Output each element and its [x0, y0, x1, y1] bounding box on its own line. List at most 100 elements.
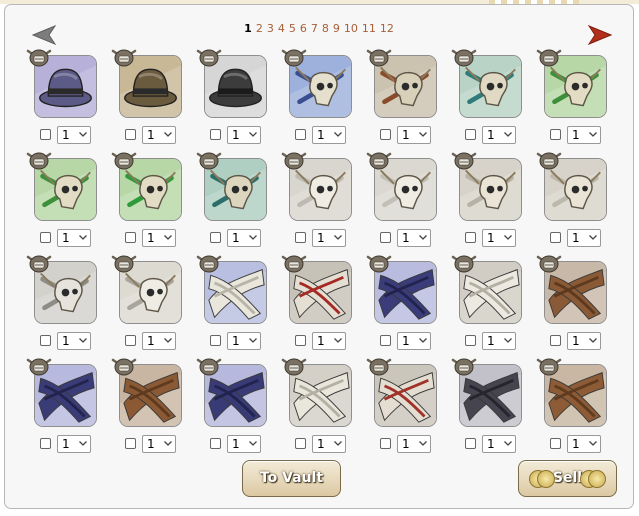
quantity-select[interactable]: 1: [397, 332, 431, 350]
quantity-select[interactable]: 1: [312, 435, 346, 453]
select-checkbox[interactable]: [125, 438, 136, 449]
item-thumbnail[interactable]: [544, 364, 607, 427]
select-checkbox[interactable]: [210, 438, 221, 449]
select-checkbox[interactable]: [380, 335, 391, 346]
select-checkbox[interactable]: [295, 438, 306, 449]
quantity-select[interactable]: 1: [57, 332, 91, 350]
select-checkbox[interactable]: [210, 232, 221, 243]
quantity-select[interactable]: 1: [312, 126, 346, 144]
quantity-select[interactable]: 1: [142, 229, 176, 247]
page-link[interactable]: 5: [289, 22, 296, 35]
quantity-select[interactable]: 1: [227, 332, 261, 350]
quantity-select[interactable]: 1: [312, 332, 346, 350]
quantity-select[interactable]: 1: [227, 126, 261, 144]
select-checkbox[interactable]: [40, 438, 51, 449]
quantity-select[interactable]: 1: [397, 435, 431, 453]
item-thumbnail[interactable]: [204, 364, 267, 427]
item-thumbnail[interactable]: [34, 261, 97, 324]
page-link[interactable]: 4: [278, 22, 285, 35]
item-thumbnail[interactable]: [374, 364, 437, 427]
quantity-select[interactable]: 1: [567, 126, 601, 144]
quantity-select[interactable]: 1: [57, 435, 91, 453]
item-thumbnail[interactable]: [374, 55, 437, 118]
item-thumbnail[interactable]: [119, 158, 182, 221]
item-thumbnail[interactable]: [289, 158, 352, 221]
item-thumbnail[interactable]: [459, 55, 522, 118]
item-thumbnail[interactable]: [459, 158, 522, 221]
item-thumbnail[interactable]: [374, 261, 437, 324]
item-thumbnail[interactable]: [34, 55, 97, 118]
item-thumbnail[interactable]: [204, 158, 267, 221]
sell-button[interactable]: Sell: [518, 460, 617, 497]
select-checkbox[interactable]: [125, 232, 136, 243]
select-checkbox[interactable]: [550, 438, 561, 449]
item-thumbnail[interactable]: [119, 261, 182, 324]
page-link[interactable]: 7: [311, 22, 318, 35]
quantity-select[interactable]: 1: [567, 229, 601, 247]
quantity-select[interactable]: 1: [142, 332, 176, 350]
select-checkbox[interactable]: [550, 232, 561, 243]
quantity-select[interactable]: 1: [567, 332, 601, 350]
quantity-select[interactable]: 1: [227, 229, 261, 247]
select-checkbox[interactable]: [550, 129, 561, 140]
item-thumbnail[interactable]: [459, 261, 522, 324]
select-checkbox[interactable]: [465, 438, 476, 449]
next-page-arrow-icon[interactable]: [587, 24, 613, 46]
page-link[interactable]: 10: [344, 22, 358, 35]
item-thumbnail[interactable]: [34, 158, 97, 221]
quantity-select[interactable]: 1: [57, 126, 91, 144]
select-checkbox[interactable]: [465, 335, 476, 346]
coin-icon: [537, 470, 555, 488]
quantity-select[interactable]: 1: [482, 435, 516, 453]
quantity-select[interactable]: 1: [312, 229, 346, 247]
item-thumbnail[interactable]: [289, 261, 352, 324]
select-checkbox[interactable]: [125, 335, 136, 346]
item-thumbnail[interactable]: [289, 364, 352, 427]
quantity-select[interactable]: 1: [397, 229, 431, 247]
select-checkbox[interactable]: [40, 335, 51, 346]
item-thumbnail[interactable]: [459, 364, 522, 427]
select-checkbox[interactable]: [125, 129, 136, 140]
page-link[interactable]: 11: [362, 22, 376, 35]
to-vault-button[interactable]: To Vault: [242, 460, 341, 497]
item-thumbnail[interactable]: [544, 55, 607, 118]
item-thumbnail[interactable]: [119, 364, 182, 427]
quantity-select[interactable]: 1: [397, 126, 431, 144]
quantity-select[interactable]: 1: [482, 332, 516, 350]
select-checkbox[interactable]: [295, 129, 306, 140]
quantity-select[interactable]: 1: [57, 229, 91, 247]
quantity-select[interactable]: 1: [482, 126, 516, 144]
item-thumbnail[interactable]: [544, 158, 607, 221]
page-link[interactable]: 8: [322, 22, 329, 35]
item-thumbnail[interactable]: [204, 55, 267, 118]
quantity-select[interactable]: 1: [482, 229, 516, 247]
select-checkbox[interactable]: [40, 232, 51, 243]
page-link[interactable]: 3: [267, 22, 274, 35]
page-link[interactable]: 12: [380, 22, 394, 35]
item-thumbnail[interactable]: [544, 261, 607, 324]
item-thumbnail[interactable]: [119, 55, 182, 118]
quantity-value: 1: [487, 128, 495, 142]
select-checkbox[interactable]: [40, 129, 51, 140]
select-checkbox[interactable]: [380, 129, 391, 140]
item-thumbnail[interactable]: [204, 261, 267, 324]
select-checkbox[interactable]: [210, 129, 221, 140]
select-checkbox[interactable]: [295, 335, 306, 346]
quantity-select[interactable]: 1: [227, 435, 261, 453]
select-checkbox[interactable]: [295, 232, 306, 243]
page-link[interactable]: 2: [256, 22, 263, 35]
item-thumbnail[interactable]: [34, 364, 97, 427]
page-link[interactable]: 9: [333, 22, 340, 35]
select-checkbox[interactable]: [380, 232, 391, 243]
select-checkbox[interactable]: [380, 438, 391, 449]
select-checkbox[interactable]: [465, 232, 476, 243]
item-thumbnail[interactable]: [374, 158, 437, 221]
select-checkbox[interactable]: [210, 335, 221, 346]
quantity-select[interactable]: 1: [142, 435, 176, 453]
quantity-select[interactable]: 1: [567, 435, 601, 453]
item-thumbnail[interactable]: [289, 55, 352, 118]
page-link[interactable]: 6: [300, 22, 307, 35]
select-checkbox[interactable]: [550, 335, 561, 346]
quantity-select[interactable]: 1: [142, 126, 176, 144]
select-checkbox[interactable]: [465, 129, 476, 140]
